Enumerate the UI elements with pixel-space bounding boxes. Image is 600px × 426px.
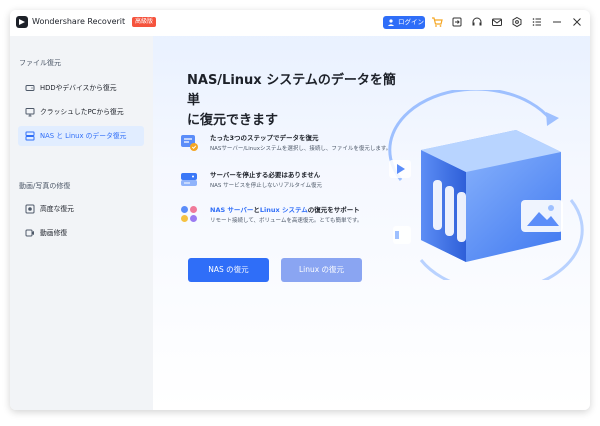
linux-recovery-button[interactable]: Linux の復元 [281, 258, 362, 282]
sidebar-item-nas-linux[interactable]: NAS と Linux のデータ復元 [18, 126, 144, 146]
user-icon [387, 19, 395, 26]
sidebar-item-video-repair[interactable]: 動画修復 [18, 223, 144, 243]
settings-hex-icon[interactable] [511, 16, 523, 28]
sidebar-item-label: 動画修復 [40, 229, 68, 237]
headline-line-2: に復元できます [187, 113, 279, 128]
nas-recovery-button[interactable]: NAS の復元 [188, 258, 269, 282]
login-button[interactable]: ログイン [383, 16, 425, 29]
app-logo-icon [16, 16, 28, 28]
apps-grid-icon [181, 206, 197, 222]
nas-icon [25, 131, 35, 141]
title-bar: Wondershare Recoverit 高級版 ログイン [10, 10, 590, 36]
monitor-icon [25, 108, 35, 117]
sidebar-item-label: NAS と Linux のデータ復元 [40, 132, 127, 140]
nas-server-illustration [388, 90, 584, 280]
page-title: NAS/Linux システムのデータを簡単 に復元できます [187, 71, 397, 131]
close-icon[interactable] [571, 16, 583, 28]
headline-line-1: NAS/Linux システムのデータを簡単 [187, 73, 396, 108]
sidebar-item-crashed-pc[interactable]: クラッシュしたPCから復元 [18, 102, 144, 122]
steps-icon [181, 135, 198, 151]
section-title-video-photo: 動画/写真の修復 [19, 182, 71, 190]
feature-title: NAS サーバーとLinux システムの復元をサポート [210, 204, 360, 214]
video-repair-icon [25, 229, 34, 237]
menu-icon[interactable] [531, 16, 543, 28]
feature-description: NAS サービスを停止しないリアルタイム復元 [210, 183, 322, 189]
main-panel: NAS/Linux システムのデータを簡単 に復元できます たった3つのステップ… [153, 10, 590, 410]
cart-icon[interactable] [431, 16, 443, 28]
mail-icon[interactable] [491, 16, 503, 28]
feature-title-nas-server: NAS サーバー [210, 206, 254, 214]
edition-badge: 高級版 [132, 17, 157, 27]
sign-in-icon[interactable] [451, 16, 463, 28]
sidebar-item-label: HDDやデバイスから復元 [40, 84, 117, 92]
feature-title-rest: の復元をサポート [307, 206, 360, 214]
sidebar-item-label: 高度な復元 [40, 205, 74, 213]
app-name: Wondershare Recoverit [32, 17, 126, 26]
advanced-recovery-icon [25, 204, 35, 214]
server-shield-icon [181, 173, 197, 186]
hard-drive-icon [25, 85, 35, 91]
feature-title-linux-system: Linux システム [259, 206, 308, 214]
login-label: ログイン [398, 18, 424, 26]
feature-description: NASサーバー/Linuxシステムを選択し、接続し、ファイルを復元します。 [210, 146, 392, 152]
feature-description: リモート接続して、ボリュームを高速復元。とても簡単です。 [210, 218, 363, 224]
sidebar: ファイル復元 HDDやデバイスから復元 クラッシュしたPCから復元 NAS と … [10, 36, 153, 410]
feature-title: サーバーを停止する必要はありません [210, 171, 321, 179]
sidebar-item-label: クラッシュしたPCから復元 [40, 108, 124, 116]
sidebar-item-hdd[interactable]: HDDやデバイスから復元 [18, 78, 144, 98]
sidebar-item-advanced-recovery[interactable]: 高度な復元 [18, 199, 144, 219]
headset-icon[interactable] [471, 16, 483, 28]
app-window: Wondershare Recoverit 高級版 ログイン ファイル復元 HD… [10, 10, 590, 410]
minimize-icon[interactable] [551, 16, 563, 28]
section-title-file-recovery: ファイル復元 [19, 59, 61, 67]
feature-title: たった3つのステップでデータを復元 [210, 134, 319, 142]
